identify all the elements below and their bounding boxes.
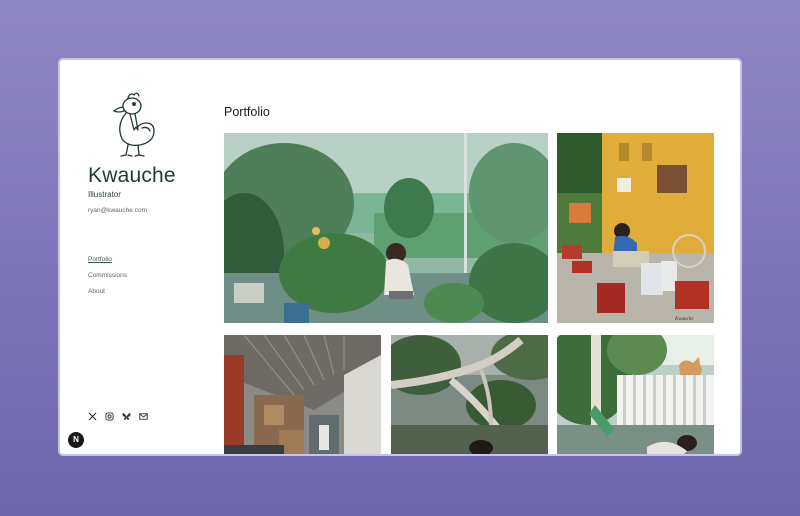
gallery-item-street-vendor[interactable]: Kwauche [557,133,714,323]
main-nav: Portfolio Commissions About [88,256,127,304]
sidebar: Kwauche Illustrator ryan@kwauche.com Por… [60,60,210,454]
gallery-item-garden[interactable] [224,133,548,323]
site-title[interactable]: Kwauche [88,164,176,188]
duck-logo-icon[interactable] [106,90,158,160]
nav-portfolio[interactable]: Portfolio [88,256,127,263]
street-vendor-painting: Kwauche [557,133,714,323]
nextjs-badge[interactable]: N [68,432,84,448]
fence-cat-painting [557,335,714,454]
gallery-item-roof-alley[interactable] [224,335,381,454]
x-icon[interactable] [88,408,97,421]
instagram-icon[interactable] [105,408,114,421]
roof-alley-painting [224,335,381,454]
nav-commissions[interactable]: Commissions [88,272,127,279]
browser-window: Kwauche Illustrator ryan@kwauche.com Por… [58,58,742,456]
gallery-item-fence-cat[interactable] [557,335,714,454]
site-subtitle: Illustrator [88,190,121,199]
garden-painting [224,133,548,323]
social-links [88,408,148,421]
page-title: Portfolio [224,105,270,119]
nav-about[interactable]: About [88,288,127,295]
bluesky-icon[interactable] [122,408,131,421]
tree-branches-painting [391,335,548,454]
mail-icon[interactable] [139,408,148,420]
gallery-item-tree-branches[interactable] [391,335,548,454]
email-link[interactable]: ryan@kwauche.com [88,207,147,214]
painting-signature: Kwauche [674,317,694,322]
